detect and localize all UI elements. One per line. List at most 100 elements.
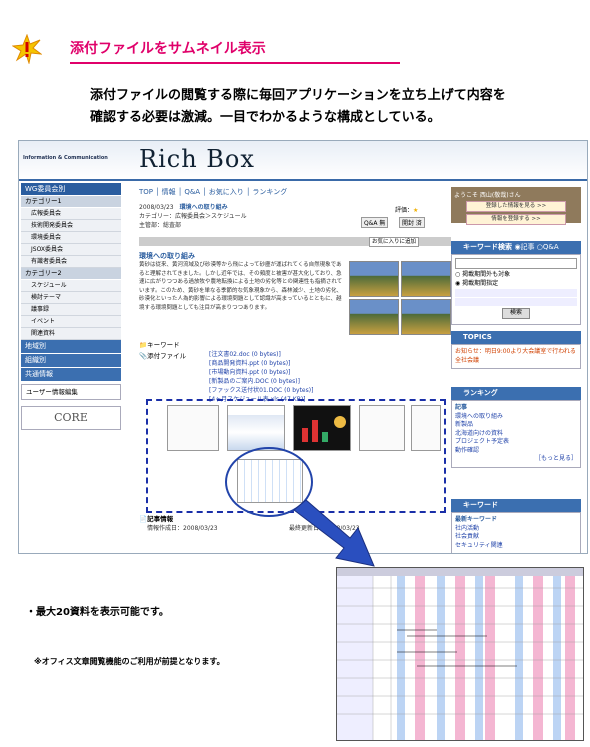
attachment-label: 📎添付ファイル (139, 352, 187, 360)
register-info-button[interactable]: 情報を登録する >> (466, 214, 566, 225)
thumbnail-ppt[interactable] (227, 405, 285, 451)
keyword-body: 最新キーワード 社内活動 社会貢献 セキュリティ関連 (451, 512, 581, 553)
sidebar-item[interactable]: スケジュール (21, 280, 121, 292)
sidebar-item[interactable]: 環境委員会 (21, 232, 121, 244)
sidebar-item[interactable]: 議事録 (21, 304, 121, 316)
sidebar-item[interactable]: JSOX委員会 (21, 244, 121, 256)
search-head: キーワード検索 ◉記事 ○Q&A (451, 241, 581, 254)
search-opt-qa: Q&A (542, 243, 559, 251)
attachment-label-text: 添付ファイル (147, 352, 187, 360)
attachment-link[interactable]: [新製品のご案内.DOC (0 bytes)] (209, 377, 313, 386)
keyword-item[interactable]: 社内活動 (455, 525, 577, 534)
keyword-box: キーワード 最新キーワード 社内活動 社会貢献 セキュリティ関連 (451, 499, 581, 553)
core-banner[interactable]: CORE (21, 406, 121, 430)
enlarged-thumbnail (336, 567, 584, 741)
welcome-box: ようこそ 西山(敬哉)さん 登録した情報を見る >> 情報を登録する >> (451, 187, 581, 225)
sidebar-common[interactable]: 共通情報 (21, 368, 121, 381)
sidebar-item[interactable]: 広報委員会 (21, 208, 121, 220)
article-owner: 主管部：総査部 (139, 222, 182, 229)
thumbnail-doc[interactable] (359, 405, 405, 451)
article-date: 2008/03/23 (139, 204, 174, 211)
lead-text: 添付ファイルの閲覧する際に毎回アプリケーションを立ち上げて内容を 確認する必要は… (90, 85, 570, 129)
keyword-label: 📁キーワード (139, 341, 180, 349)
thumbnail-doc[interactable] (167, 405, 219, 451)
article-date-title: 2008/03/23 環境への取り組み (139, 203, 247, 212)
thumbnail-chart[interactable] (293, 405, 351, 451)
thumbnail-doc[interactable] (411, 405, 441, 451)
arrow-icon (293, 500, 375, 567)
search-opt-article: 記事 (520, 243, 535, 251)
topics-head: TOPICS (451, 331, 581, 344)
ranking-item[interactable]: 動作確認 (455, 447, 577, 456)
more-link[interactable]: ［もっと見る］ (455, 455, 577, 464)
ranking-item[interactable]: プロジェクト予定表 (455, 438, 577, 447)
info-head-text: 記事情報 (147, 515, 174, 523)
attachment-link[interactable]: [ファックス送付状01.DOC (0 bytes)] (209, 386, 313, 395)
keyword-item[interactable]: 社会貢献 (455, 533, 577, 542)
title-underline (70, 62, 400, 64)
attachment-list: [注文書02.doc (0 bytes)] [商品開発資料.ppt (0 byt… (209, 350, 313, 404)
sidebar-item[interactable]: 関連資料 (21, 328, 121, 340)
welcome-text: ようこそ 西山(敬哉)さん (454, 192, 521, 199)
keyword-head: キーワード (451, 499, 581, 512)
photo (401, 261, 451, 297)
photo (401, 299, 451, 335)
search-body: ○ 掲載期間外も対象 ◉ 掲載期間指定 検索 (451, 254, 581, 325)
ranking-sub: 記事 (455, 404, 468, 411)
app-header: Information & Communication Rich Box (19, 141, 587, 181)
global-nav[interactable]: TOP │ 情報 │ Q&A │ お気に入り │ ランキング (139, 187, 287, 197)
photo (349, 299, 399, 335)
date-selects[interactable] (455, 289, 577, 297)
attachment-link[interactable]: [注文書02.doc (0 bytes)] (209, 350, 313, 359)
search-button[interactable]: 検索 (502, 308, 530, 319)
sidebar-item[interactable]: イベント (21, 316, 121, 328)
rating: 評価：★ (395, 205, 418, 214)
attachment-link[interactable]: [商品開発資料.ppt (0 bytes)] (209, 359, 313, 368)
sidebar-category-1[interactable]: カテゴリー1 (21, 196, 121, 207)
my-info-button[interactable]: 登録した情報を見る >> (466, 201, 566, 212)
period-opt-2: 掲載期間指定 (462, 279, 499, 287)
article-category: カテゴリー：広報委員会＞スケジュール (139, 213, 247, 220)
qa-badge: Q&A 無 (361, 217, 389, 228)
keyword-sub: 最新キーワード (455, 516, 498, 523)
sidebar-region[interactable]: 地域別 (21, 340, 121, 353)
body-title: 環境への取り組み (139, 252, 195, 260)
ranking-item[interactable]: 新製品 (455, 421, 577, 430)
photo (349, 261, 399, 297)
topics-box: TOPICS お知らせ：明日9:00より大会議室で行われる全社会議 (451, 331, 581, 369)
spreadsheet-preview (337, 568, 583, 740)
search-head-text: キーワード検索 (463, 243, 512, 251)
search-box: キーワード検索 ◉記事 ○Q&A ○ 掲載期間外も対象 ◉ 掲載期間指定 検索 (451, 241, 581, 325)
attachment-link[interactable]: [市場動向資料.ppt (0 bytes)] (209, 368, 313, 377)
search-type-radios[interactable]: ◉記事 ○Q&A (514, 243, 558, 251)
keyword-item[interactable]: セキュリティ関連 (455, 542, 577, 551)
article-meta: 2008/03/23 環境への取り組み カテゴリー：広報委員会＞スケジュール 主… (139, 203, 247, 230)
sidebar-item[interactable]: 技術開発委員会 (21, 220, 121, 232)
topics-text[interactable]: お知らせ：明日9:00より大会議室で行われる全社会議 (451, 344, 581, 369)
max-docs-note: ・最大20資料を表示可能です。 (26, 607, 169, 618)
date-selects[interactable] (455, 298, 577, 306)
rating-star-icon: ★ (413, 207, 419, 214)
page-title: 添付ファイルをサムネイル表示 (70, 41, 266, 57)
sidebar-category-2[interactable]: カテゴリー2 (21, 268, 121, 279)
article-title: 環境への取り組み (179, 204, 228, 211)
ranking-head: ランキング (451, 387, 581, 400)
sidebar-organization[interactable]: 組織別 (21, 354, 121, 367)
sidebar-head: WG委員会別 (21, 183, 121, 195)
sidebar-item[interactable]: 有識者委員会 (21, 256, 121, 268)
ranking-item[interactable]: 北海道向けの資料 (455, 430, 577, 439)
sidebar-item[interactable]: 検討テーマ (21, 292, 121, 304)
user-edit-button[interactable]: ユーザー情報編集 (21, 384, 121, 400)
lead-line-2: 確認する必要は激減。一目でわかるような構成としている。 (90, 110, 441, 125)
search-input[interactable] (455, 258, 577, 269)
period-radio-2[interactable]: ◉ 掲載期間指定 (455, 280, 577, 289)
add-favorite-button[interactable]: お気に入りに追加 (369, 237, 420, 247)
period-radio-1[interactable]: ○ 掲載期間外も対象 (455, 271, 577, 280)
warning-icon (12, 34, 42, 64)
brand-logo[interactable]: Rich Box (139, 145, 255, 173)
ranking-item[interactable]: 環境への取り組み (455, 413, 577, 422)
office-note: ※オフィス文章閲覧機能のご利用が前提となります。 (34, 657, 225, 666)
body-text: 黄砂は従来、黄河流域及び砂漠等から飛によって砂塵が運ばれてくる自然現象であると理… (139, 262, 343, 311)
ranking-box: ランキング 記事 環境への取り組み 新製品 北海道向けの資料 プロジェクト予定表… (451, 387, 581, 468)
info-created: 情報作成日：2008/03/23 (147, 525, 218, 532)
